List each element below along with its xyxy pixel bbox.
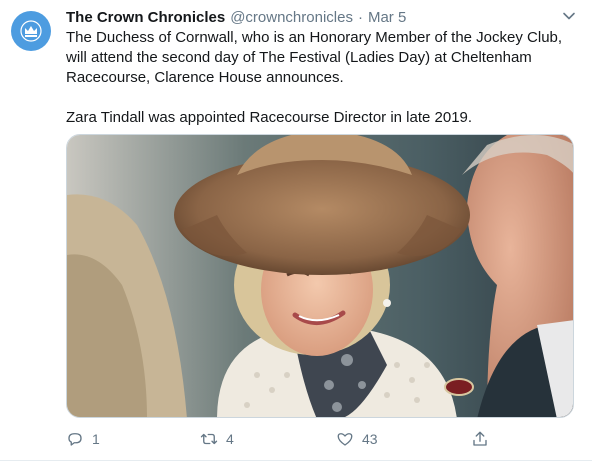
tweet-photo[interactable] [66, 134, 574, 418]
chevron-down-icon[interactable] [562, 9, 576, 23]
share-icon [473, 431, 487, 446]
share-button[interactable] [471, 427, 489, 451]
like-button[interactable]: 43 [336, 427, 378, 451]
user-handle[interactable]: @crownchronicles [230, 9, 353, 26]
retweet-button[interactable]: 4 [200, 427, 234, 451]
separator-dot: · [357, 8, 363, 26]
tweet-actions: 1 4 43 [66, 427, 566, 451]
crown-icon [20, 20, 42, 42]
tweet-text: The Duchess of Cornwall, who is an Honor… [66, 28, 566, 128]
tweet-card[interactable]: The Crown Chronicles @crownchronicles · … [0, 0, 592, 461]
tweet-header: The Crown Chronicles @crownchronicles · … [66, 7, 406, 27]
reply-button[interactable]: 1 [66, 427, 100, 451]
retweet-count: 4 [226, 431, 234, 447]
like-count: 43 [362, 431, 378, 447]
retweet-icon [200, 433, 218, 445]
reply-icon [68, 433, 82, 446]
reply-count: 1 [92, 431, 100, 447]
display-name[interactable]: The Crown Chronicles [66, 9, 225, 26]
heart-icon [337, 433, 353, 446]
tweet-text-paragraph: The Duchess of Cornwall, who is an Honor… [66, 29, 563, 86]
tweet-date[interactable]: Mar 5 [368, 9, 406, 26]
tweet-text-paragraph: Zara Tindall was appointed Racecourse Di… [66, 109, 473, 126]
avatar[interactable] [11, 11, 51, 51]
photo-illustration [67, 135, 573, 417]
